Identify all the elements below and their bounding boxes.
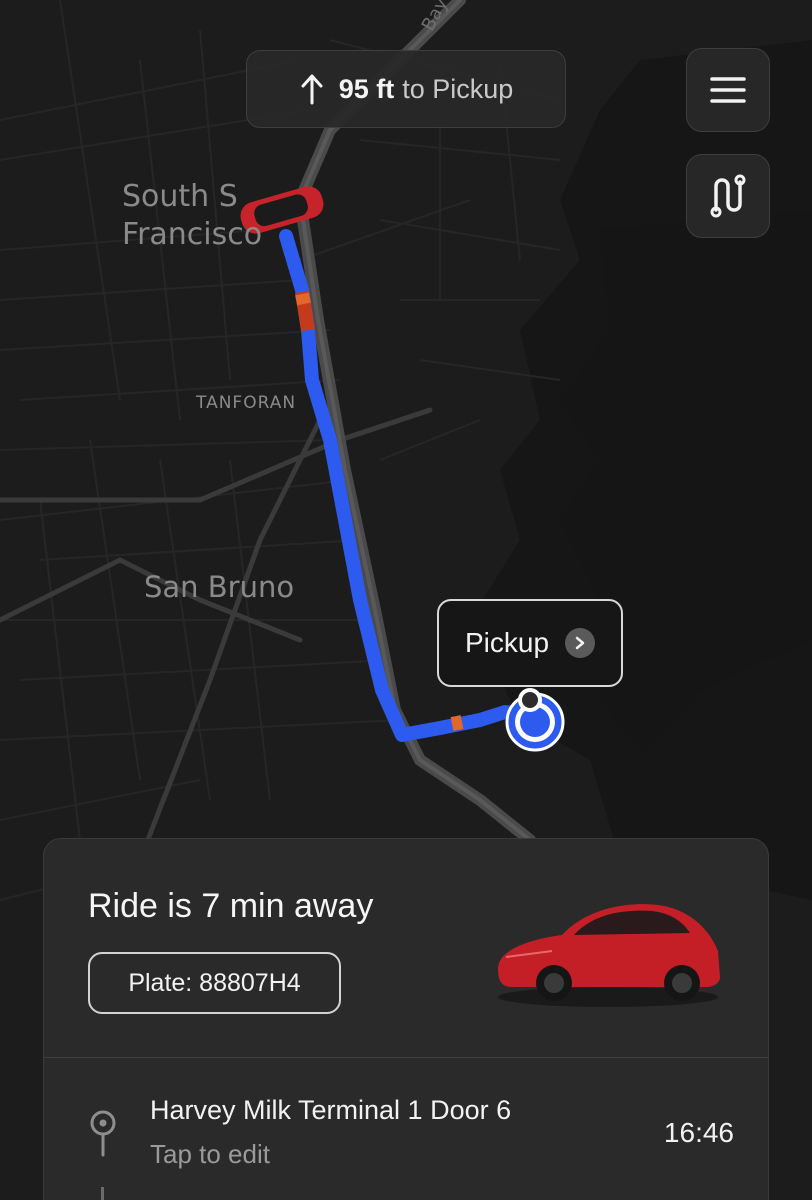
map-label-south-san-francisco: South S Francisco — [122, 179, 263, 252]
navigation-destination: to Pickup — [402, 73, 514, 104]
destination-name[interactable]: Harvey Milk Terminal 1 Door 6 — [150, 1095, 511, 1126]
navigation-distance: 95 ft — [338, 73, 395, 104]
ride-status-sheet[interactable]: Ride is 7 min away Plate: 88807H4 Harvey… — [43, 838, 769, 1200]
divider — [44, 1057, 768, 1058]
navigation-instruction[interactable]: 95 ft to Pickup — [246, 50, 566, 128]
tap-to-edit-link[interactable]: Tap to edit — [150, 1139, 270, 1170]
route-timeline — [101, 1187, 104, 1200]
chevron-right-icon — [565, 628, 596, 658]
route-icon — [710, 174, 746, 218]
menu-button[interactable] — [686, 48, 770, 132]
route-overview-button[interactable] — [686, 154, 770, 238]
vehicle-image — [498, 904, 720, 1007]
arrival-time: 16:46 — [663, 1117, 734, 1148]
location-pin-icon — [90, 1110, 116, 1157]
map-label-san-bruno: San Bruno — [144, 570, 295, 604]
pickup-callout-label: Pickup — [464, 627, 550, 658]
hamburger-menu-icon — [710, 77, 746, 103]
plate-badge: Plate: 88807H4 — [88, 952, 341, 1014]
ride-status-title: Ride is 7 min away — [88, 887, 374, 925]
pickup-callout-button[interactable]: Pickup — [437, 599, 623, 687]
map-label-tanforan: TANFORAN — [196, 393, 297, 413]
arrow-up-icon — [301, 74, 323, 105]
